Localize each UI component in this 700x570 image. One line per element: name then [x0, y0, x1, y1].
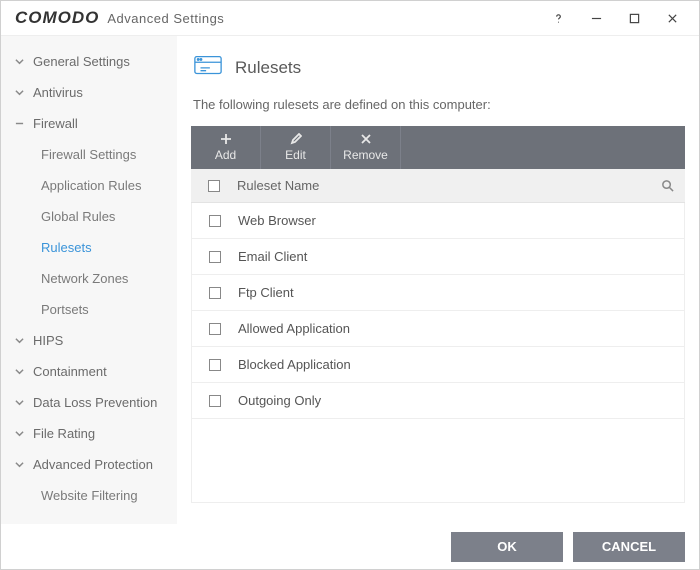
nav-label: Containment [33, 364, 107, 379]
row-checkbox[interactable] [209, 323, 221, 335]
panel-title: Rulesets [235, 58, 301, 78]
nav-label: Website Filtering [41, 488, 138, 503]
chevron-down-icon [13, 366, 25, 378]
rulesets-icon [193, 54, 223, 81]
edit-button[interactable]: Edit [261, 126, 331, 169]
sidebar-sub-website-filtering[interactable]: Website Filtering [1, 480, 177, 511]
nav-label: Portsets [41, 302, 89, 317]
nav-label: General Settings [33, 54, 130, 69]
window-title: Advanced Settings [107, 11, 224, 26]
sidebar-item-data-loss-prevention[interactable]: Data Loss Prevention [1, 387, 177, 418]
chevron-down-icon [13, 459, 25, 471]
row-checkbox[interactable] [209, 251, 221, 263]
nav-label: Antivirus [33, 85, 83, 100]
table-header: Ruleset Name [191, 169, 685, 203]
row-name: Outgoing Only [238, 393, 684, 408]
row-name: Email Client [238, 249, 684, 264]
sidebar-sub-application-rules[interactable]: Application Rules [1, 170, 177, 201]
chevron-down-icon [13, 87, 25, 99]
nav-label: Data Loss Prevention [33, 395, 157, 410]
chevron-down-icon [13, 335, 25, 347]
table-row[interactable]: Blocked Application [192, 347, 684, 383]
x-icon [360, 133, 372, 145]
ok-button[interactable]: OK [451, 532, 563, 562]
nav-label: Firewall [33, 116, 78, 131]
sidebar-sub-rulesets[interactable]: Rulesets [1, 232, 177, 263]
row-checkbox[interactable] [209, 215, 221, 227]
nav-label: File Rating [33, 426, 95, 441]
row-checkbox[interactable] [209, 287, 221, 299]
sidebar-item-firewall[interactable]: Firewall [1, 108, 177, 139]
nav-label: Advanced Protection [33, 457, 153, 472]
sidebar-sub-network-zones[interactable]: Network Zones [1, 263, 177, 294]
minus-icon [13, 118, 25, 130]
row-checkbox[interactable] [209, 395, 221, 407]
row-checkbox[interactable] [209, 359, 221, 371]
minimize-button[interactable] [577, 6, 615, 30]
column-header-name[interactable]: Ruleset Name [237, 178, 649, 193]
row-name: Blocked Application [238, 357, 684, 372]
tool-label: Add [215, 148, 236, 162]
table-row[interactable]: Email Client [192, 239, 684, 275]
toolbar: Add Edit Remove [191, 126, 685, 169]
sidebar-item-general-settings[interactable]: General Settings [1, 46, 177, 77]
sidebar-item-advanced-protection[interactable]: Advanced Protection [1, 449, 177, 480]
sidebar-item-file-rating[interactable]: File Rating [1, 418, 177, 449]
nav-label: Network Zones [41, 271, 128, 286]
chevron-down-icon [13, 397, 25, 409]
nav-label: HIPS [33, 333, 63, 348]
content-panel: Rulesets The following rulesets are defi… [177, 36, 699, 524]
sidebar-item-containment[interactable]: Containment [1, 356, 177, 387]
table-row[interactable]: Web Browser [192, 203, 684, 239]
plus-icon [220, 133, 232, 145]
tool-label: Remove [343, 148, 388, 162]
sidebar: General Settings Antivirus Firewall Fire… [1, 36, 177, 524]
table-row[interactable]: Outgoing Only [192, 383, 684, 419]
sidebar-sub-firewall-settings[interactable]: Firewall Settings [1, 139, 177, 170]
cancel-button[interactable]: CANCEL [573, 532, 685, 562]
footer: OK CANCEL [1, 524, 699, 569]
nav-label: Application Rules [41, 178, 141, 193]
row-name: Web Browser [238, 213, 684, 228]
chevron-down-icon [13, 56, 25, 68]
help-button[interactable] [539, 6, 577, 30]
row-name: Ftp Client [238, 285, 684, 300]
pencil-icon [290, 133, 302, 145]
sidebar-item-antivirus[interactable]: Antivirus [1, 77, 177, 108]
sidebar-sub-global-rules[interactable]: Global Rules [1, 201, 177, 232]
remove-button[interactable]: Remove [331, 126, 401, 169]
select-all-checkbox[interactable] [208, 180, 220, 192]
close-button[interactable] [653, 6, 691, 30]
tool-label: Edit [285, 148, 306, 162]
nav-label: Global Rules [41, 209, 115, 224]
add-button[interactable]: Add [191, 126, 261, 169]
panel-description: The following rulesets are defined on th… [193, 97, 685, 112]
row-name: Allowed Application [238, 321, 684, 336]
nav-label: Rulesets [41, 240, 92, 255]
titlebar: COMODO Advanced Settings [1, 1, 699, 36]
chevron-down-icon [13, 428, 25, 440]
table-body: Web Browser Email Client Ftp Client Allo… [191, 203, 685, 503]
maximize-button[interactable] [615, 6, 653, 30]
sidebar-item-hips[interactable]: HIPS [1, 325, 177, 356]
table-row[interactable]: Allowed Application [192, 311, 684, 347]
brand-logo: COMODO [15, 8, 99, 28]
search-button[interactable] [649, 179, 685, 192]
table-row[interactable]: Ftp Client [192, 275, 684, 311]
sidebar-sub-portsets[interactable]: Portsets [1, 294, 177, 325]
nav-label: Firewall Settings [41, 147, 136, 162]
